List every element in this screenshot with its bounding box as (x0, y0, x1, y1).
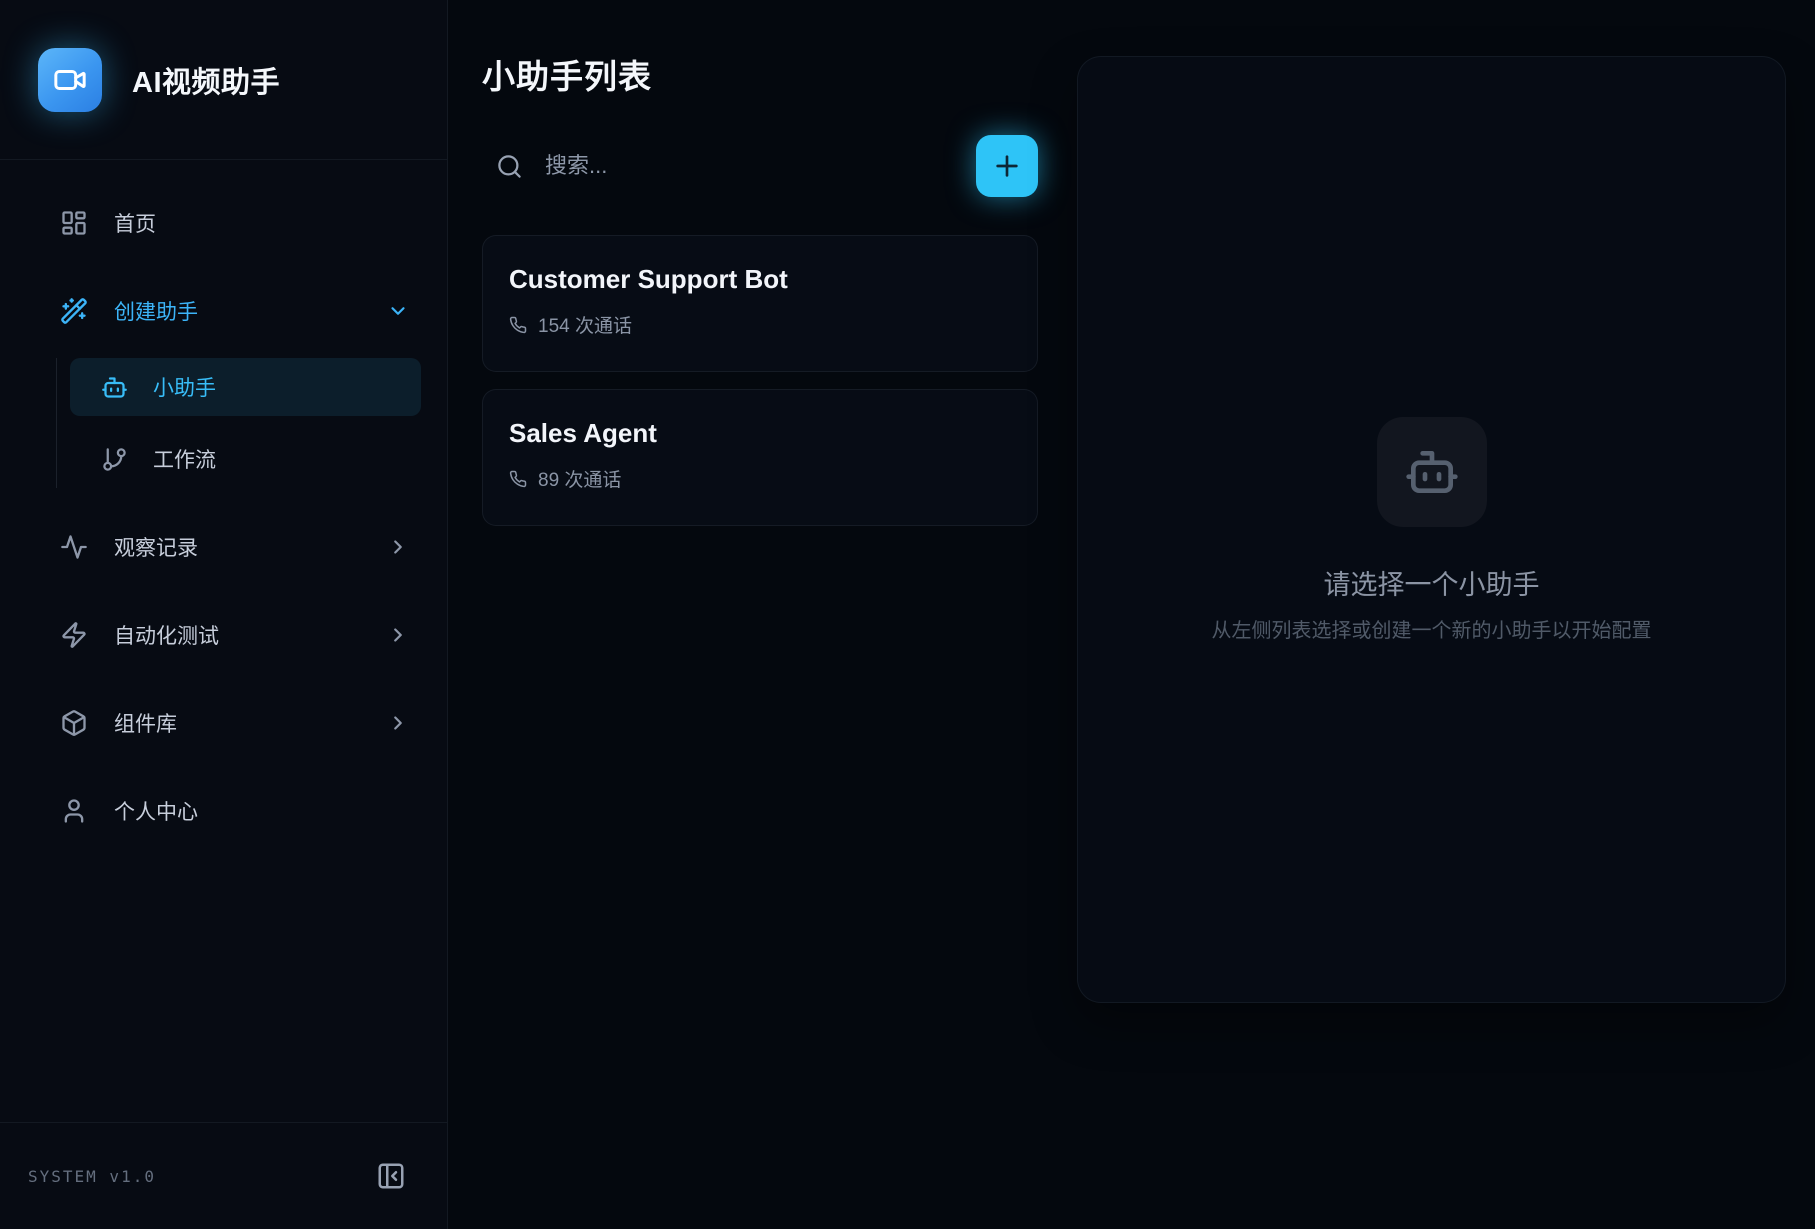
search-row (482, 134, 1038, 198)
sidebar-item-home[interactable]: 首页 (26, 194, 421, 252)
sidebar-item-automated-testing[interactable]: 自动化测试 (26, 606, 421, 664)
detail-panel: 请选择一个小助手 从左侧列表选择或创建一个新的小助手以开始配置 (1077, 56, 1786, 1003)
search-icon (496, 153, 523, 180)
chevron-down-icon (387, 300, 409, 322)
dashboard-icon (60, 209, 88, 237)
sidebar-collapse-button[interactable] (375, 1160, 407, 1192)
empty-state-icon-box (1377, 417, 1487, 527)
chevron-right-icon (387, 536, 409, 558)
assistant-name: Sales Agent (509, 418, 1011, 449)
user-icon (60, 797, 88, 825)
robot-icon (101, 374, 128, 401)
chevron-right-icon (387, 624, 409, 646)
sidebar-item-label: 创建助手 (114, 296, 198, 326)
sidebar-footer: SYSTEM v1.0 (0, 1122, 447, 1229)
chevron-right-icon (387, 712, 409, 734)
sidebar-item-observation-logs[interactable]: 观察记录 (26, 518, 421, 576)
call-count-label: 89 次通话 (538, 465, 621, 492)
system-version: SYSTEM v1.0 (28, 1167, 156, 1186)
search-input[interactable] (545, 153, 976, 179)
video-camera-icon (53, 63, 87, 97)
sidebar-item-label: 观察记录 (114, 532, 198, 562)
sidebar-item-label: 首页 (114, 208, 156, 238)
phone-icon (509, 316, 527, 334)
empty-state-title: 请选择一个小助手 (1324, 563, 1540, 602)
app-logo (38, 48, 102, 112)
assistant-list-column: 小助手列表 Customer Support Bot 154 次通话 (482, 0, 1038, 526)
assistant-call-count: 154 次通话 (509, 311, 1011, 338)
sidebar-item-label: 自动化测试 (114, 620, 219, 650)
workflow-icon (101, 446, 128, 473)
assistant-card[interactable]: Sales Agent 89 次通话 (482, 389, 1038, 526)
main-area: 小助手列表 Customer Support Bot 154 次通话 (448, 0, 1815, 1229)
sidebar-subitem-workflow[interactable]: 工作流 (70, 430, 421, 488)
sidebar-subitem-assistants[interactable]: 小助手 (70, 358, 421, 416)
plus-icon (991, 150, 1023, 182)
assistant-cards: Customer Support Bot 154 次通话 Sales Agent… (482, 235, 1038, 526)
call-count-label: 154 次通话 (538, 311, 632, 338)
sidebar-item-label: 个人中心 (114, 796, 198, 826)
sidebar-subitem-label: 工作流 (153, 444, 216, 474)
sidebar-subitem-label: 小助手 (153, 372, 216, 402)
sidebar-nav: 首页 创建助手 小助手 工作流 (0, 160, 447, 1122)
app-title: AI视频助手 (132, 59, 280, 101)
sidebar-item-profile[interactable]: 个人中心 (26, 782, 421, 840)
zap-icon (60, 621, 88, 649)
activity-icon (60, 533, 88, 561)
sidebar-header: AI视频助手 (0, 0, 447, 160)
box-icon (60, 709, 88, 737)
magic-wand-icon (60, 297, 88, 325)
sidebar-item-component-library[interactable]: 组件库 (26, 694, 421, 752)
panel-collapse-icon (376, 1161, 406, 1191)
sidebar-item-create-assistant[interactable]: 创建助手 (26, 282, 421, 340)
assistant-name: Customer Support Bot (509, 264, 1011, 295)
phone-icon (509, 470, 527, 488)
robot-icon (1404, 444, 1460, 500)
page-title: 小助手列表 (482, 50, 1038, 98)
assistant-card[interactable]: Customer Support Bot 154 次通话 (482, 235, 1038, 372)
empty-state-subtitle: 从左侧列表选择或创建一个新的小助手以开始配置 (1212, 614, 1652, 643)
assistant-call-count: 89 次通话 (509, 465, 1011, 492)
sidebar-item-label: 组件库 (114, 708, 177, 738)
create-assistant-submenu: 小助手 工作流 (56, 358, 421, 488)
sidebar: AI视频助手 首页 创建助手 小助手 (0, 0, 448, 1229)
add-assistant-button[interactable] (976, 135, 1038, 197)
